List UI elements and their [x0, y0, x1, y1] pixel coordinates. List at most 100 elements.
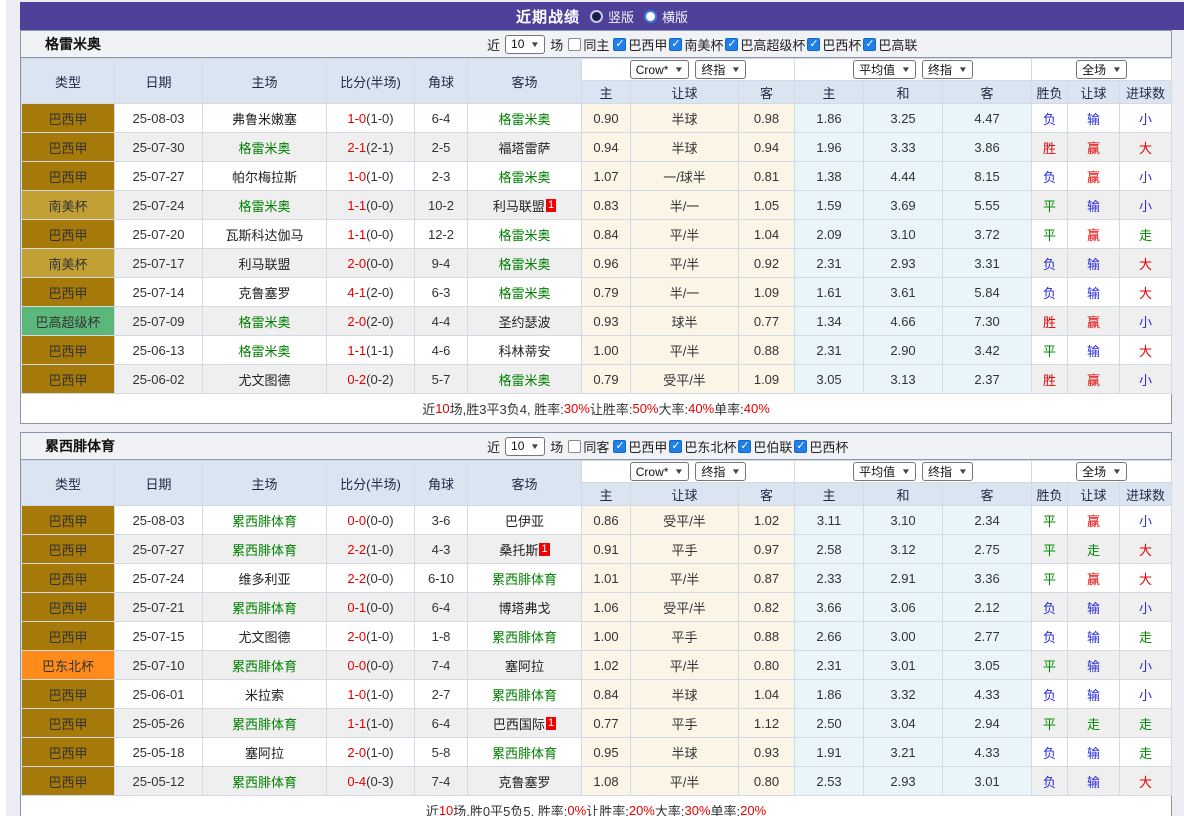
score-cell: 4-1(2-0) [327, 278, 415, 307]
handicap-home-odds: 1.00 [582, 622, 631, 651]
near-label: 近 [487, 35, 500, 54]
league-filter[interactable]: 巴伯联 [738, 437, 792, 456]
league-filter[interactable]: 巴西杯 [794, 437, 848, 456]
summary-text-segment: 单率: [714, 399, 744, 418]
avg-draw-odds: 2.90 [864, 336, 943, 365]
result-handicap: 赢 [1068, 564, 1120, 593]
league-filter-group: 巴西甲南美杯巴高超级杯巴西杯巴高联 [613, 35, 917, 54]
avg-home-odds: 3.66 [795, 593, 864, 622]
layout-vertical-option[interactable]: 竖版 [590, 7, 634, 26]
odds-time-select[interactable]: 终指▼ [695, 60, 746, 79]
summary-text-segment: 10 [435, 401, 449, 416]
col-avg-draw: 和 [864, 483, 943, 506]
checkbox-checked-icon[interactable] [669, 38, 682, 51]
checkbox-checked-icon[interactable] [807, 38, 820, 51]
avg-time-select[interactable]: 终指▼ [922, 462, 973, 481]
handicap-home-odds: 0.83 [582, 191, 631, 220]
corner-count: 6-3 [415, 278, 468, 307]
radio-selected-icon[interactable] [590, 10, 603, 23]
away-team-name: 累西腓体育 [492, 572, 557, 587]
handicap-line: 半球 [631, 680, 739, 709]
away-cell: 累西腓体育 [468, 738, 582, 767]
away-cell: 格雷米奥 [468, 365, 582, 394]
result-handicap: 赢 [1068, 307, 1120, 336]
home-cell: 累西腓体育 [203, 506, 327, 535]
handicap-away-odds: 0.81 [739, 162, 795, 191]
avg-time-select[interactable]: 终指▼ [922, 60, 973, 79]
handicap-away-odds: 1.09 [739, 365, 795, 394]
avg-away-odds: 5.84 [943, 278, 1032, 307]
league-filter[interactable]: 巴高超级杯 [725, 35, 805, 54]
checkbox-checked-icon[interactable] [725, 38, 738, 51]
checkbox-checked-icon[interactable] [669, 440, 682, 453]
col-odds-line: 让球 [631, 81, 739, 104]
full-time-score: 1-1 [347, 716, 366, 731]
corner-count: 2-3 [415, 162, 468, 191]
avg-home-odds: 2.31 [795, 336, 864, 365]
full-time-score: 0-2 [347, 372, 366, 387]
recent-games-select[interactable]: 10 ▼ [505, 35, 545, 54]
handicap-line: 平/半 [631, 564, 739, 593]
checkbox-checked-icon[interactable] [794, 440, 807, 453]
handicap-line: 受平/半 [631, 593, 739, 622]
checkbox-checked-icon[interactable] [738, 440, 751, 453]
average-select[interactable]: 平均值▼ [853, 60, 916, 79]
layout-horizontal-option[interactable]: 横版 [644, 7, 688, 26]
league-filter[interactable]: 巴高联 [863, 35, 917, 54]
summary-text-segment: 大率: [659, 399, 689, 418]
league-filter[interactable]: 南美杯 [669, 35, 723, 54]
result-outcome: 平 [1032, 506, 1068, 535]
checkbox-checked-icon[interactable] [863, 38, 876, 51]
bookmaker-select[interactable]: Crow*▼ [630, 462, 690, 481]
away-cell: 累西腓体育 [468, 622, 582, 651]
result-handicap: 赢 [1068, 506, 1120, 535]
avg-away-odds: 3.72 [943, 220, 1032, 249]
result-outcome: 负 [1032, 278, 1068, 307]
average-select[interactable]: 平均值▼ [853, 462, 916, 481]
same-venue-label: 同主 [583, 35, 609, 54]
handicap-home-odds: 1.00 [582, 336, 631, 365]
col-odds-home: 主 [582, 81, 631, 104]
full-match-select[interactable]: 全场▼ [1076, 462, 1127, 481]
recent-games-value: 10 [511, 439, 524, 453]
home-team-name: 累西腓体育 [232, 775, 297, 790]
table-row: 巴高超级杯25-07-09格雷米奥2-0(2-0)4-4圣约瑟波0.93球半0.… [22, 307, 1172, 336]
handicap-home-odds: 0.79 [582, 365, 631, 394]
home-cell: 瓦斯科达伽马 [203, 220, 327, 249]
recent-games-select[interactable]: 10 ▼ [505, 437, 545, 456]
home-cell: 尤文图德 [203, 365, 327, 394]
match-type-badge: 巴西甲 [22, 104, 115, 133]
match-date: 25-06-01 [115, 680, 203, 709]
same-venue-filter[interactable]: 同主 [568, 35, 609, 54]
away-cell: 巴伊亚 [468, 506, 582, 535]
checkbox-checked-icon[interactable] [613, 440, 626, 453]
bookmaker-select[interactable]: Crow*▼ [630, 60, 690, 79]
same-venue-filter[interactable]: 同客 [568, 437, 609, 456]
league-filter[interactable]: 巴西杯 [807, 35, 861, 54]
odds-time-select[interactable]: 终指▼ [695, 462, 746, 481]
result-handicap: 走 [1068, 709, 1120, 738]
match-date: 25-05-26 [115, 709, 203, 738]
full-match-select[interactable]: 全场▼ [1076, 60, 1127, 79]
radio-unselected-icon[interactable] [644, 10, 657, 23]
half-time-score: (0-0) [366, 513, 393, 528]
half-time-score: (0-0) [366, 600, 393, 615]
avg-draw-odds: 3.00 [864, 622, 943, 651]
league-filter[interactable]: 巴西甲 [613, 437, 667, 456]
handicap-line: 半球 [631, 738, 739, 767]
league-filter[interactable]: 巴东北杯 [669, 437, 736, 456]
result-outcome: 负 [1032, 593, 1068, 622]
league-filter-label: 巴西杯 [822, 35, 861, 54]
checkbox-checked-icon[interactable] [613, 38, 626, 51]
checkbox-unchecked-icon[interactable] [568, 440, 581, 453]
handicap-away-odds: 0.88 [739, 336, 795, 365]
result-outcome: 负 [1032, 622, 1068, 651]
league-filter[interactable]: 巴西甲 [613, 35, 667, 54]
checkbox-unchecked-icon[interactable] [568, 38, 581, 51]
match-date: 25-07-24 [115, 564, 203, 593]
col-avg-away: 客 [943, 483, 1032, 506]
score-cell: 1-0(1-0) [327, 104, 415, 133]
handicap-home-odds: 0.90 [582, 104, 631, 133]
half-time-score: (1-0) [366, 629, 393, 644]
title-bar: 近期战绩 竖版 横版 [20, 2, 1184, 30]
